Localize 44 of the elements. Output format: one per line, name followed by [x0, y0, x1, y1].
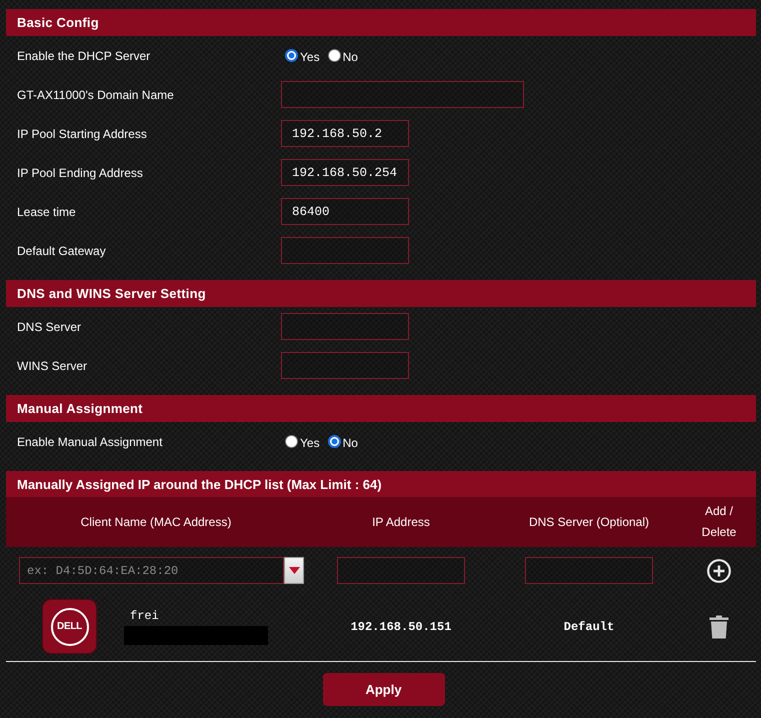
text-field[interactable]: 192.168.50.2: [281, 120, 409, 147]
dns-server-field[interactable]: [525, 557, 653, 584]
add-icon[interactable]: [707, 558, 731, 582]
radio-label[interactable]: Yes: [300, 50, 320, 64]
section-header: Basic Config: [6, 9, 756, 36]
setting-label: IP Pool Starting Address: [16, 126, 148, 140]
mac-address-field[interactable]: ex: D4:5D:64:EA:28:20: [19, 557, 284, 584]
text-field[interactable]: 192.168.50.254: [281, 159, 409, 186]
text-field[interactable]: [281, 237, 409, 264]
logo-text: DELL: [50, 608, 88, 646]
text-field[interactable]: 86400: [281, 198, 409, 225]
column-header: Client Name (MAC Address): [80, 514, 232, 530]
radio-button[interactable]: [328, 49, 341, 62]
caret-icon: [288, 567, 300, 574]
ip-address-field[interactable]: [337, 557, 465, 584]
radio-label[interactable]: No: [342, 436, 358, 450]
setting-label: DNS Server: [16, 320, 82, 334]
trash-icon[interactable]: [709, 614, 729, 638]
section-header: DNS and WINS Server Setting: [6, 280, 756, 307]
text-field[interactable]: [281, 352, 409, 379]
column-header: Add / Delete: [700, 503, 738, 541]
radio-label[interactable]: Yes: [300, 436, 320, 450]
column-header: IP Address: [372, 514, 430, 530]
table-cell: 192.168.50.151: [350, 620, 452, 634]
table-cell: Default: [564, 620, 614, 634]
setting-label: Enable the DHCP Server: [16, 48, 152, 62]
client-name: frei: [130, 608, 160, 622]
text-field[interactable]: [281, 313, 409, 340]
column-header: DNS Server (Optional): [528, 514, 650, 530]
setting-label: Enable Manual Assignment: [16, 434, 164, 448]
radio-button[interactable]: [285, 435, 298, 448]
apply-button[interactable]: Apply: [322, 673, 444, 706]
text-field[interactable]: [281, 81, 524, 108]
setting-label: WINS Server: [16, 358, 88, 372]
radio-button[interactable]: [285, 49, 298, 62]
setting-label: Default Gateway: [16, 244, 107, 258]
setting-label: Lease time: [16, 204, 77, 218]
dropdown-button[interactable]: [284, 557, 304, 584]
section-header: Manual Assignment: [6, 395, 756, 422]
section-header: Manually Assigned IP around the DHCP list (Max Limit : 64): [6, 471, 756, 497]
radio-button[interactable]: [328, 435, 341, 448]
setting-label: GT-AX11000's Domain Name: [16, 88, 175, 102]
setting-label: IP Pool Ending Address: [16, 166, 144, 180]
radio-label[interactable]: No: [342, 50, 358, 64]
